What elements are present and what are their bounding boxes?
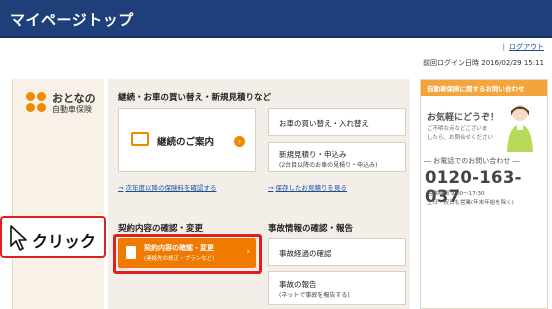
logout-link[interactable]: | ログアウト [503, 42, 544, 52]
logout-label[interactable]: ログアウト [509, 43, 544, 51]
next-year-premium-link-text[interactable]: 次年度以降の保険料を確認する [125, 184, 216, 192]
arrow-icon: → [268, 184, 274, 192]
operator-illustration-icon [507, 105, 533, 152]
accident-progress-label: 事故経過の確認 [279, 249, 332, 258]
arrow-right-icon: › [234, 136, 245, 147]
saved-quotes-link[interactable]: → 保存したお見積りを見る [268, 182, 347, 192]
last-login-info: 前回ログイン日時 2016/02/29 15:11 [423, 59, 544, 67]
contact-text-line1: ご不明な点などございま [427, 126, 488, 132]
accident-report-sublabel: (ネットで事故を報告する) [279, 292, 350, 299]
contact-greeting: お気軽にどうぞ！ [427, 113, 500, 123]
arrow-icon: → [118, 184, 124, 192]
next-year-premium-link[interactable]: → 次年度以降の保険料を確認する [118, 182, 216, 192]
mouse-cursor-icon [10, 225, 27, 251]
brand-logo-icon [26, 92, 48, 114]
monitor-icon [131, 132, 149, 146]
contact-text-line2: したら、お問合せください [427, 135, 494, 141]
contact-panel-title: 自動車保険に関するお問い合わせ [427, 85, 525, 93]
accident-progress-card[interactable]: 事故経過の確認 [268, 238, 406, 266]
new-quote-card[interactable]: 新規見積り・申込み (2台目以降のお車の見積り・申込み) [268, 142, 406, 172]
page-title: マイページトップ [10, 11, 134, 29]
business-days: 土日・祝日も営業(年末年始を除く) [427, 200, 514, 206]
separator: | [502, 43, 505, 51]
contract-section-heading: 契約内容の確認・変更 [118, 224, 204, 234]
accident-report-card[interactable]: 事故の報告 (ネットで事故を報告する) [268, 271, 406, 305]
brand-name-line2: 自動車保険 [52, 105, 92, 114]
contact-panel-header: 自動車保険に関するお問い合わせ [421, 80, 547, 96]
new-quote-sublabel: (2台目以降のお車の見積り・申込み) [279, 162, 378, 169]
accident-report-label: 事故の報告 [279, 280, 317, 289]
phone-heading: ― お電話でのお問い合わせ ― [424, 157, 520, 165]
business-hours: 営業時間 9:00〜17:30 [427, 191, 485, 197]
saved-quotes-link-text[interactable]: 保存したお見積りを見る [275, 184, 347, 192]
car-replace-label: お車の買い替え・入れ替え [279, 119, 369, 128]
top-header-bar: マイページトップ [0, 0, 552, 38]
renewal-guide-label: 継続のご案内 [157, 137, 215, 148]
highlight-frame [113, 234, 262, 274]
new-quote-label: 新規見積り・申込み [279, 150, 347, 159]
car-replace-card[interactable]: お車の買い替え・入れ替え [268, 108, 406, 136]
click-callout: クリック [0, 216, 106, 258]
click-label: クリック [32, 232, 97, 251]
accident-section-heading: 事故情報の確認・報告 [268, 224, 354, 234]
renewal-guide-card[interactable]: 継続のご案内 › [118, 108, 256, 172]
renewal-section-heading: 継続・お車の買い替え・新規見積りなど [118, 93, 272, 103]
